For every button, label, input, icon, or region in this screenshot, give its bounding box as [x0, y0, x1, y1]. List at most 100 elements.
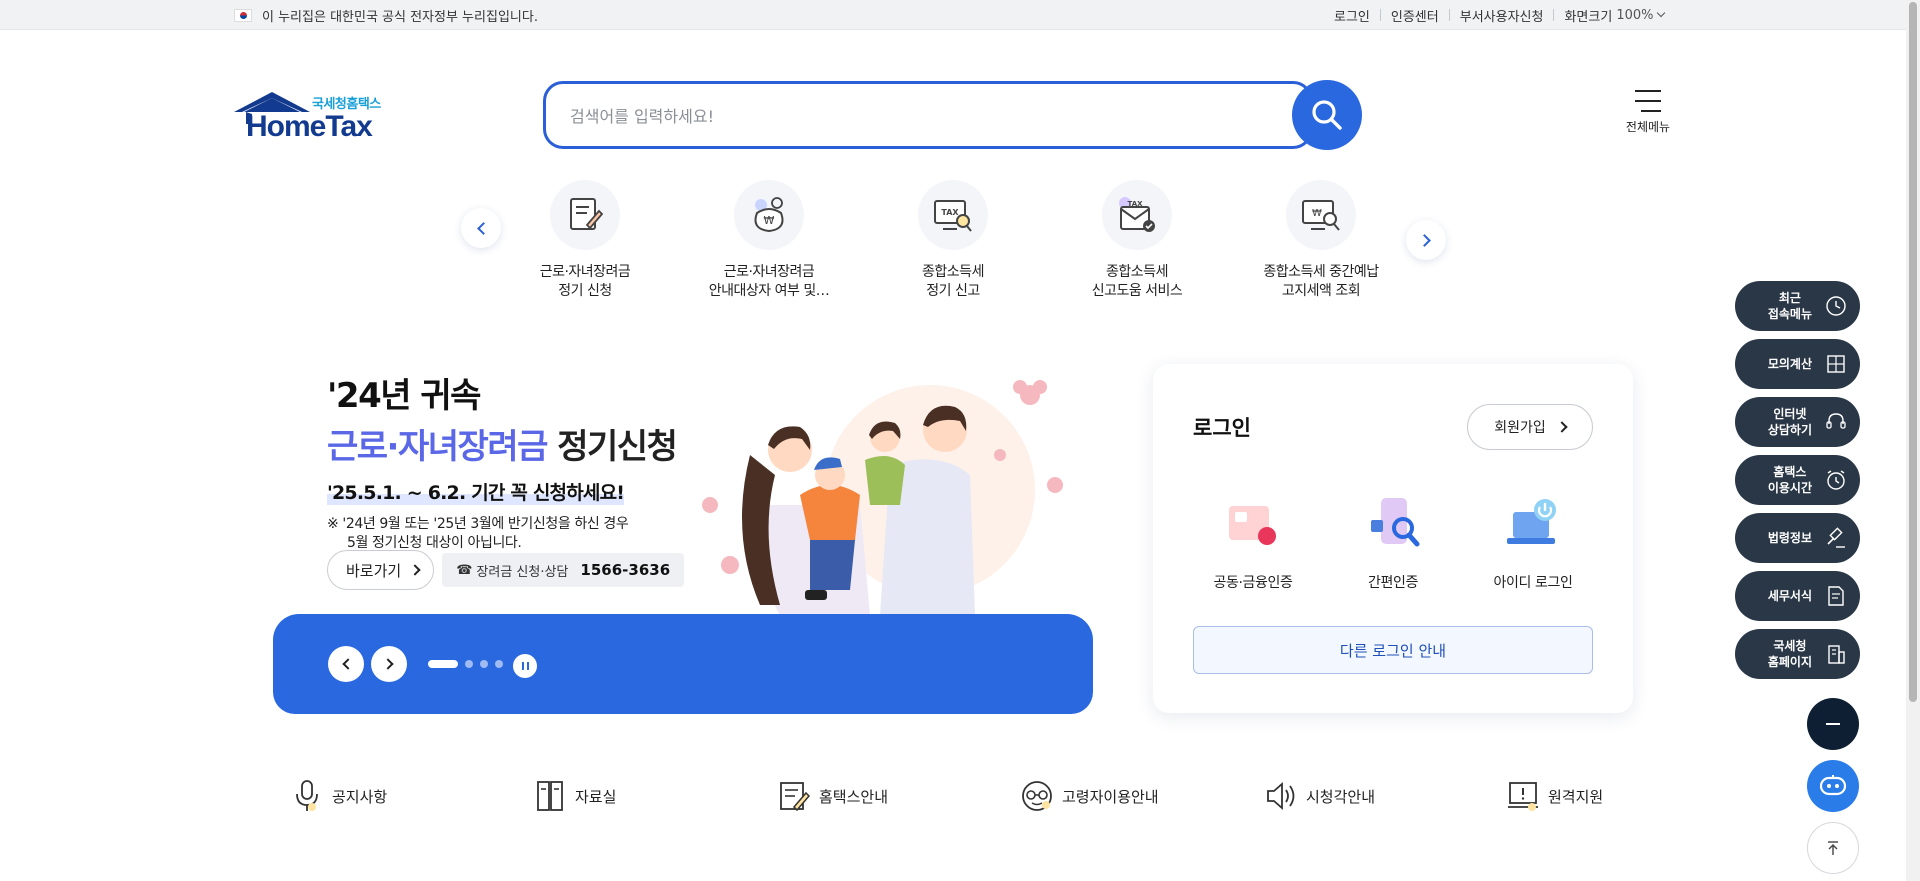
side-menu-line1: 모의계산	[1767, 357, 1812, 371]
login-option-simple[interactable]: 간편인증	[1333, 494, 1453, 592]
folder-cabinet-icon	[533, 779, 567, 813]
side-menu-hours[interactable]: 홈택스 이용시간	[1735, 455, 1860, 505]
side-menu-calculator[interactable]: 모의계산	[1735, 339, 1860, 389]
quick-menu-prev-button[interactable]	[461, 208, 501, 248]
banner-page-dot[interactable]	[428, 660, 458, 668]
side-menu-forms[interactable]: 세무서식	[1735, 571, 1860, 621]
building-icon	[1824, 642, 1848, 666]
quick-menu-item[interactable]: ₩ 종합소득세 중간예납 고지세액 조회	[1241, 180, 1401, 301]
bottom-link-label: 시청각안내	[1306, 787, 1376, 806]
quick-menu-line2: 고지세액 조회	[1281, 283, 1361, 299]
quick-menu-line1: 종합소득세	[1106, 264, 1168, 280]
bottom-link-guide[interactable]: 홈택스안내	[777, 776, 888, 816]
quick-menu-item[interactable]: TAX 종합소득세정기 신고	[873, 180, 1033, 301]
side-menu-nts-home[interactable]: 국세청 홈페이지	[1735, 629, 1860, 679]
chatbot-icon	[1819, 775, 1847, 796]
side-menu-line1: 법령정보	[1767, 531, 1812, 545]
side-menu-law[interactable]: 법령정보	[1735, 513, 1860, 563]
alarm-clock-icon	[1824, 468, 1848, 492]
utility-links: 로그인 인증센터 부서사용자신청 화면크기 100%	[1334, 0, 1666, 30]
bottom-link-archive[interactable]: 자료실	[533, 776, 616, 816]
chatbot-button[interactable]	[1807, 760, 1859, 812]
side-menu-collapse-button[interactable]	[1807, 698, 1859, 750]
clock-icon	[1824, 294, 1848, 318]
side-menu-line1: 국세청	[1773, 639, 1807, 653]
all-menu-label: 전체메뉴	[1625, 120, 1671, 134]
banner-pause-button[interactable]	[513, 654, 537, 678]
util-screen-size-label: 화면크기	[1564, 9, 1613, 25]
quick-menu-item[interactable]: TAX 종합소득세신고도움 서비스	[1057, 180, 1217, 301]
quick-menu-line2: 정기 신고	[926, 283, 980, 299]
svg-text:TAX: TAX	[1127, 200, 1143, 208]
bottom-link-av[interactable]: 시청각안내	[1264, 776, 1375, 816]
util-login-link[interactable]: 로그인	[1334, 6, 1370, 25]
banner-next-button[interactable]	[371, 646, 407, 682]
login-option-label: 간편인증	[1368, 575, 1418, 591]
bottom-link-label: 홈택스안내	[819, 787, 889, 806]
quick-menu-item[interactable]: 근로·자녀장려금 정기 신청	[505, 180, 665, 301]
search-icon	[1312, 100, 1342, 130]
quick-menu-line1: 근로·자녀장려금	[723, 264, 815, 280]
login-option-label: 아이디 로그인	[1493, 575, 1573, 591]
chevron-right-icon	[1417, 233, 1431, 247]
login-option-id[interactable]: 아이디 로그인	[1473, 494, 1593, 592]
quick-menu-next-button[interactable]	[1406, 220, 1446, 260]
hometax-logo[interactable]: 국세청홈택스 HomeTax	[232, 90, 397, 146]
page-scrollbar[interactable]	[1906, 0, 1920, 881]
phone-number: 1566-3636	[580, 561, 671, 579]
tax-mail-check-icon: TAX	[1102, 180, 1172, 250]
banner-period: '25.5.1. ~ 6.2. 기간 꼭 신청하세요!	[327, 478, 625, 505]
login-option-certificate[interactable]: 공동·금융인증	[1193, 494, 1313, 592]
minus-icon	[1826, 723, 1840, 725]
bottom-link-remote[interactable]: 원격지원	[1506, 776, 1603, 816]
util-dept-user-link[interactable]: 부서사용자신청	[1460, 6, 1544, 25]
search-button[interactable]	[1292, 80, 1362, 150]
laptop-power-icon	[1507, 499, 1556, 544]
quick-menu-line2: 안내대상자 여부 및…	[708, 283, 830, 299]
gavel-icon	[1824, 526, 1848, 550]
search-input[interactable]	[570, 102, 1210, 130]
svg-text:₩: ₩	[1312, 208, 1322, 219]
side-menu-line2: 상담하기	[1767, 423, 1812, 437]
certificate-card-icon	[1229, 506, 1276, 545]
other-login-guide-button[interactable]: 다른 로그인 안내	[1193, 626, 1593, 674]
banner-title-rest: 정기신청	[546, 427, 678, 467]
svg-text:TAX: TAX	[941, 208, 959, 217]
gov-notice: 이 누리집은 대한민국 공식 전자정부 누리집입니다.	[234, 0, 538, 30]
gov-notice-bar: 이 누리집은 대한민국 공식 전자정부 누리집입니다. 로그인 인증센터 부서사…	[0, 0, 1920, 30]
banner-prev-button[interactable]	[328, 646, 364, 682]
scroll-top-button[interactable]	[1807, 822, 1859, 874]
side-menu-line2: 이용시간	[1767, 481, 1812, 495]
banner-note: ※ '24년 9월 또는 '25년 3월에 반기신청을 하신 경우 5월 정기신청…	[327, 515, 676, 553]
tax-monitor-search-icon: TAX	[918, 180, 988, 250]
calculator-icon	[1824, 352, 1848, 376]
divider	[1448, 9, 1450, 21]
quick-menu-item[interactable]: ₩ 근로·자녀장려금 안내대상자 여부 및…	[689, 180, 849, 301]
login-option-label: 공동·금융인증	[1213, 575, 1293, 591]
quick-menu-line1: 종합소득세	[922, 264, 984, 280]
chevron-right-icon	[409, 564, 421, 576]
banner-page-dot[interactable]	[495, 660, 503, 668]
chevron-right-icon	[381, 658, 394, 670]
banner-page-dot[interactable]	[480, 660, 488, 668]
zoom-select[interactable]: 100%	[1616, 8, 1666, 23]
quick-menu-line2: 신고도움 서비스	[1091, 283, 1183, 299]
util-cert-center-link[interactable]: 인증센터	[1391, 6, 1439, 25]
banner-page-dot[interactable]	[465, 660, 473, 668]
banner-phone-info: ☎ 장려금 신청·상담 1566-3636	[442, 553, 685, 587]
join-button[interactable]: 회원가입	[1467, 404, 1593, 450]
bottom-link-senior[interactable]: 고령자이용안내	[1020, 776, 1159, 816]
banner-go-button[interactable]: 바로가기	[327, 550, 435, 590]
side-menu-recent[interactable]: 최근 접속메뉴	[1735, 281, 1860, 331]
microphone-icon	[290, 779, 324, 813]
bottom-link-notice[interactable]: 공지사항	[290, 776, 387, 816]
login-card: 로그인 회원가입 공동·금융인증 간편인증 아이디 로그인 다른 로그인 안내	[1153, 364, 1633, 713]
login-title: 로그인	[1193, 416, 1251, 440]
headset-icon	[1824, 410, 1848, 434]
gov-notice-text: 이 누리집은 대한민국 공식 전자정부 누리집입니다.	[262, 9, 538, 25]
divider	[1379, 9, 1381, 21]
scrollbar-thumb[interactable]	[1909, 2, 1917, 702]
all-menu-button[interactable]: 전체메뉴	[1620, 90, 1676, 140]
side-menu-counsel[interactable]: 인터넷 상담하기	[1735, 397, 1860, 447]
search-box	[543, 81, 1313, 149]
